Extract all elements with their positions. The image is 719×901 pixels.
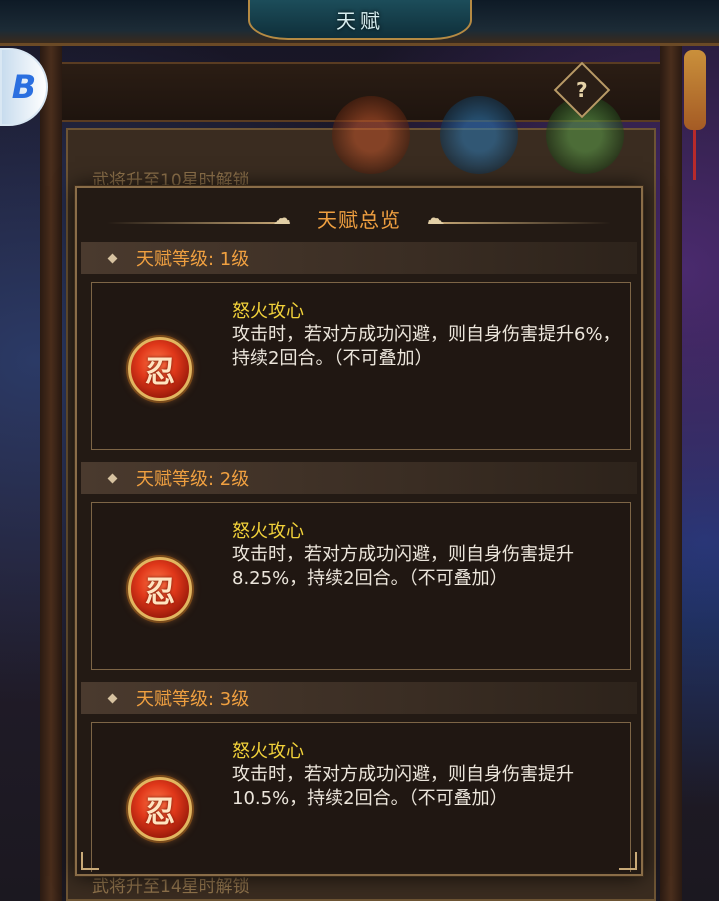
level-label: 天赋等级: 3级	[136, 689, 250, 710]
talent-slot-icon-fire	[332, 96, 410, 174]
lantern-tassel	[693, 130, 696, 180]
level-header: 天赋等级: 3级	[81, 682, 637, 714]
talent-card: 忍 怒火攻心 攻击时，若对方成功闪避，则自身伤害提升8.25%，持续2回合。（不…	[91, 502, 631, 670]
screen-title: 天赋	[336, 8, 384, 33]
talent-level-list[interactable]: 天赋等级: 1级 忍 怒火攻心 攻击时，若对方成功闪避，则自身伤害提升6%，持续…	[81, 242, 637, 872]
talent-card: 忍 怒火攻心 攻击时，若对方成功闪避，则自身伤害提升6%，持续2回合。（不可叠加…	[91, 282, 631, 450]
talent-name: 怒火攻心	[232, 521, 304, 542]
talent-description: 攻击时，若对方成功闪避，则自身伤害提升10.5%，持续2回合。（不可叠加）	[232, 764, 574, 809]
talent-card: 忍 怒火攻心 攻击时，若对方成功闪避，则自身伤害提升10.5%，持续2回合。（不…	[91, 722, 631, 872]
level-section: 天赋等级: 3级 忍 怒火攻心 攻击时，若对方成功闪避，则自身伤害提升10.5%…	[81, 682, 637, 872]
rage-talent-icon[interactable]: 忍	[128, 337, 192, 401]
talent-name: 怒火攻心	[232, 301, 304, 322]
left-pillar	[40, 46, 62, 901]
rage-talent-icon[interactable]: 忍	[128, 557, 192, 621]
talent-description: 攻击时，若对方成功闪避，则自身伤害提升6%，持续2回合。（不可叠加）	[232, 324, 621, 369]
side-badge-label: B	[11, 68, 37, 106]
rage-talent-icon[interactable]: 忍	[128, 777, 192, 841]
level-header: 天赋等级: 2级	[81, 462, 637, 494]
frame-corner	[81, 852, 99, 870]
talent-description: 攻击时，若对方成功闪避，则自身伤害提升8.25%，持续2回合。（不可叠加）	[232, 544, 574, 589]
level-section: 天赋等级: 2级 忍 怒火攻心 攻击时，若对方成功闪避，则自身伤害提升8.25%…	[81, 462, 637, 682]
lantern-icon	[684, 50, 706, 130]
talent-overview-modal: ☁ ☁ 天赋总览 天赋等级: 1级 忍 怒火攻心 攻击时，若对方成功闪避，则自身…	[75, 186, 643, 876]
level-section: 天赋等级: 1级 忍 怒火攻心 攻击时，若对方成功闪避，则自身伤害提升6%，持续…	[81, 242, 637, 462]
talent-name: 怒火攻心	[232, 741, 304, 762]
modal-title: 天赋总览	[317, 208, 401, 232]
help-icon: ?	[576, 77, 588, 102]
screen-title-plate: 天赋	[248, 0, 472, 40]
diamond-bullet-icon	[107, 693, 118, 703]
right-pillar	[660, 46, 682, 901]
level-header: 天赋等级: 1级	[81, 242, 637, 274]
diamond-bullet-icon	[107, 473, 118, 483]
frame-corner	[619, 852, 637, 870]
level-label: 天赋等级: 2级	[136, 469, 250, 490]
diamond-bullet-icon	[107, 253, 118, 263]
level-label: 天赋等级: 1级	[136, 249, 250, 270]
modal-header: ☁ ☁ 天赋总览	[77, 188, 641, 240]
talent-slot-icon-water	[440, 96, 518, 174]
